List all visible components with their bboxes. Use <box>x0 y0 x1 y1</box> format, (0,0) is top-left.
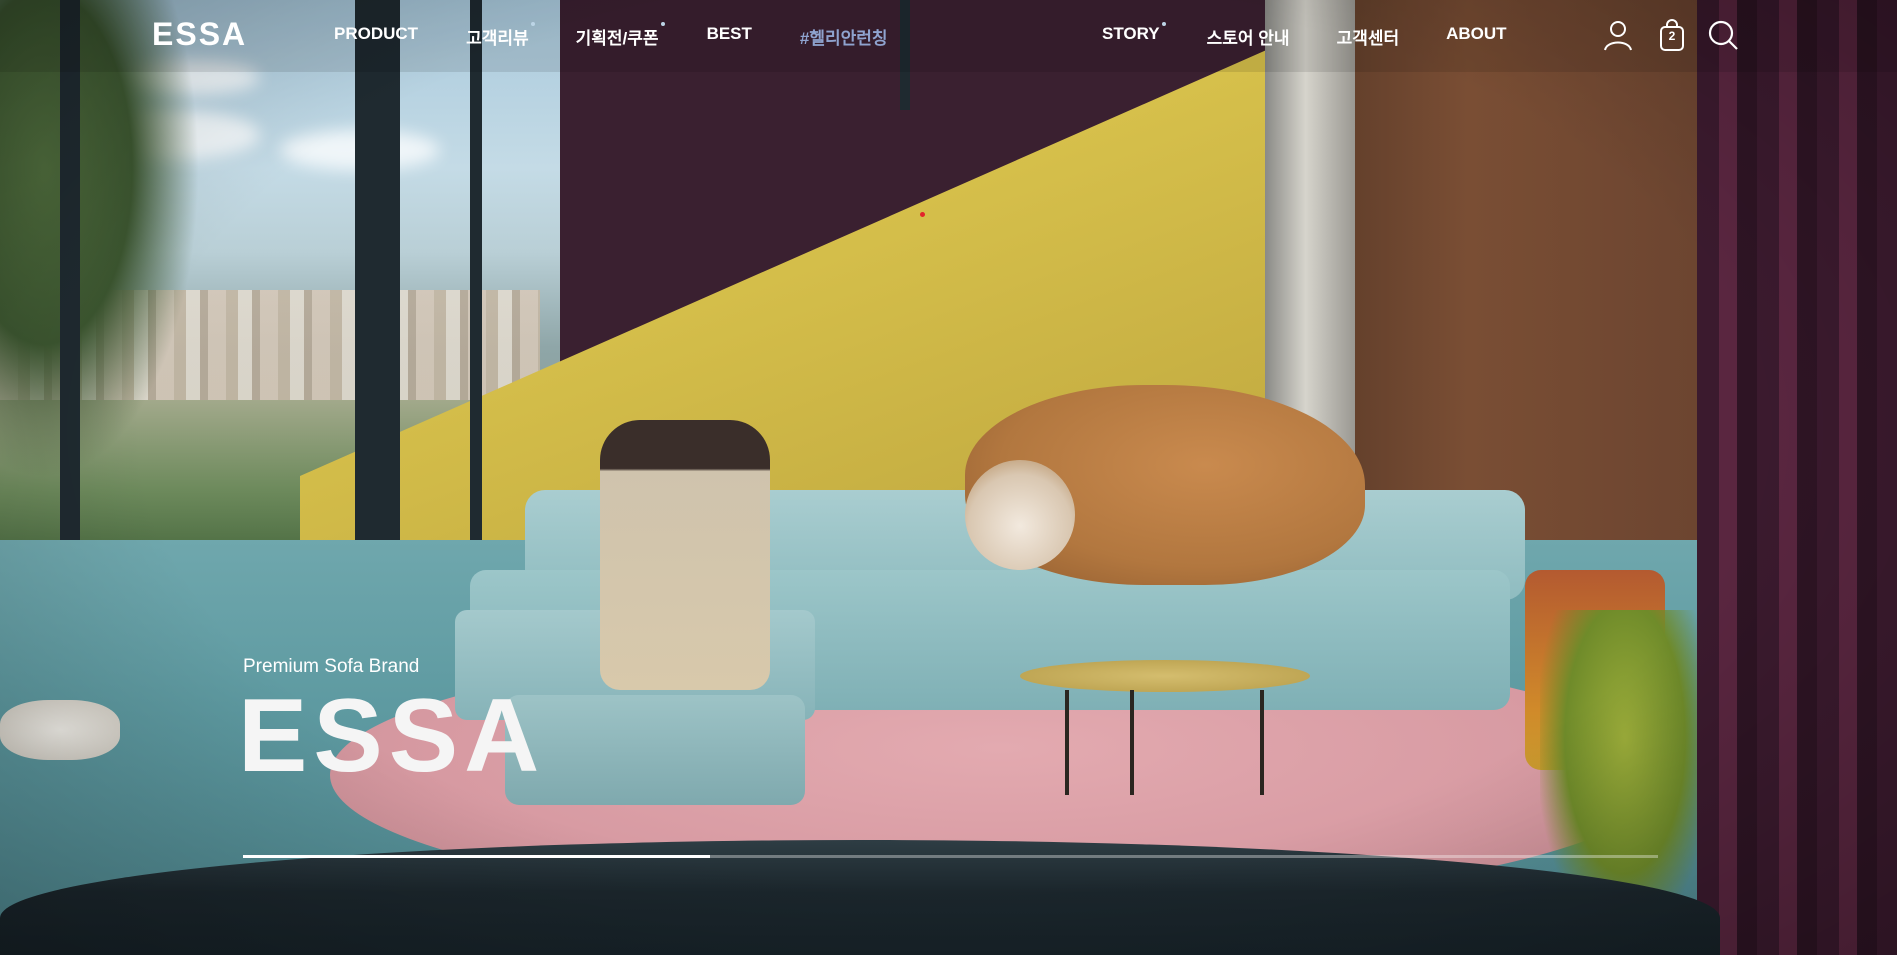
nav-item-best[interactable]: BEST <box>707 24 752 49</box>
shopping-bag-icon[interactable]: 2 <box>1655 18 1689 52</box>
new-dot <box>530 22 535 26</box>
nav-item-story[interactable]: STORY <box>1102 22 1166 49</box>
hero-background <box>0 0 1897 955</box>
nav-item-reviews[interactable]: 고객리뷰 <box>466 22 535 49</box>
nav-label: 고객리뷰 <box>466 29 529 48</box>
nav-label: ABOUT <box>1446 24 1507 43</box>
hero-title: ESSA <box>238 678 546 794</box>
nav-item-store-info[interactable]: 스토어 안내 <box>1207 24 1290 49</box>
vignette <box>0 0 1897 955</box>
nav-item-about[interactable]: ABOUT <box>1446 24 1506 49</box>
nav-label: STORY <box>1102 24 1160 43</box>
cart-count-badge: 2 <box>1668 29 1676 43</box>
nav-label: BEST <box>706 24 752 43</box>
main-nav-left: PRODUCT 고객리뷰 기획전/쿠폰 BEST #헬리안런칭 <box>334 22 888 49</box>
site-header: ESSA PRODUCT 고객리뷰 기획전/쿠폰 BEST #헬리안런칭 STO… <box>0 0 1897 72</box>
search-icon[interactable] <box>1706 18 1740 52</box>
nav-item-launch[interactable]: #헬리안런칭 <box>800 24 888 49</box>
nav-item-events-coupons[interactable]: 기획전/쿠폰 <box>575 22 665 49</box>
hero-subtitle: Premium Sofa Brand <box>243 656 420 677</box>
new-dot <box>1161 22 1166 26</box>
nav-label: 스토어 안내 <box>1206 29 1290 48</box>
new-dot <box>660 22 665 26</box>
nav-label: 기획전/쿠폰 <box>575 29 659 48</box>
nav-label: #헬리안런칭 <box>799 29 888 48</box>
slider-progress-fill <box>243 855 710 858</box>
user-icon[interactable] <box>1601 18 1635 52</box>
nav-label: PRODUCT <box>334 24 419 43</box>
slider-progress-bar[interactable] <box>243 855 1658 858</box>
nav-item-product[interactable]: PRODUCT <box>334 24 418 49</box>
site-logo[interactable]: ESSA <box>152 16 247 53</box>
main-nav-right: STORY 스토어 안내 고객센터 ABOUT <box>1102 22 1507 49</box>
nav-label: 고객센터 <box>1336 29 1400 48</box>
nav-item-customer-center[interactable]: 고객센터 <box>1337 24 1400 49</box>
red-dot <box>920 212 925 217</box>
